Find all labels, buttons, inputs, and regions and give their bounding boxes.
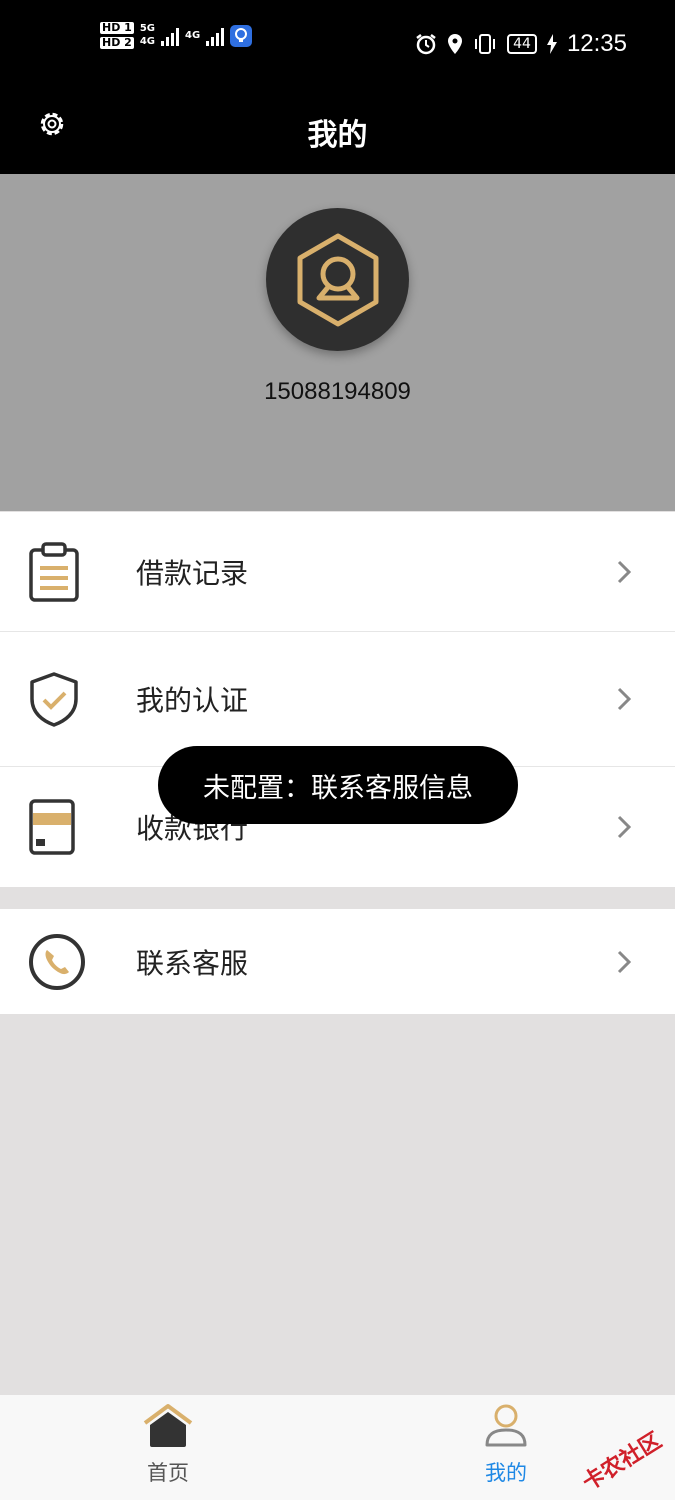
phone-icon: [29, 933, 85, 990]
signal-icon: [161, 26, 179, 46]
menu-group-2: 联系客服: [0, 909, 675, 1014]
network-indicators: HD 1 HD 2 5G 4G 4G: [100, 21, 253, 49]
watermark: 卡农社区: [578, 1428, 667, 1497]
network-type-1b: 4G: [139, 36, 155, 47]
tab-home[interactable]: 首页: [108, 1403, 228, 1487]
menu-label: 借款记录: [136, 556, 249, 590]
network-type-2: 4G: [185, 29, 201, 41]
signal-icon-2: [206, 26, 225, 46]
chevron-right-icon: [617, 687, 631, 711]
chevron-right-icon: [617, 815, 631, 839]
profile-section: 15088194809: [0, 174, 675, 511]
clock: 12:35: [566, 30, 627, 57]
tab-mine-label: 我的: [485, 1461, 527, 1485]
home-icon: [143, 1404, 193, 1447]
user-phone: 15088194809: [264, 378, 411, 405]
status-right: 44 12:35: [415, 30, 627, 58]
person-icon: [485, 1404, 527, 1447]
bulb-icon: [230, 24, 253, 47]
menu-label: 我的认证: [136, 684, 249, 717]
page-title: 我的: [307, 118, 368, 153]
chevron-right-icon: [617, 950, 631, 973]
battery-level: 44: [507, 34, 537, 54]
menu-label: 联系客服: [136, 946, 249, 980]
vibrate-icon: [475, 34, 496, 54]
shield-icon: [30, 672, 78, 727]
location-icon: [448, 34, 463, 54]
network-type-1: 5G: [139, 23, 155, 34]
tab-home-label: 首页: [147, 1461, 189, 1485]
bank-card-icon: [29, 799, 75, 855]
bottom-tab-bar: 首页 我的 卡农社区: [0, 1395, 675, 1500]
tab-mine[interactable]: 我的: [446, 1403, 566, 1487]
menu-item-loan-records[interactable]: 借款记录: [0, 512, 675, 632]
chevron-right-icon: [617, 560, 631, 583]
alarm-icon: [416, 34, 436, 55]
sim1-badge: HD 1: [100, 21, 134, 34]
status-bar: HD 1 HD 2 5G 4G 4G 44 12:35: [0, 0, 675, 88]
avatar[interactable]: [266, 208, 409, 351]
menu-item-contact-support[interactable]: 联系客服: [0, 909, 675, 1014]
header-bar: 我的: [0, 88, 675, 174]
user-icon: [297, 233, 378, 326]
clipboard-icon: [29, 541, 79, 602]
charging-icon: [546, 34, 557, 54]
sim2-badge: HD 2: [100, 36, 134, 49]
toast-message: 未配置：联系客服信息: [158, 746, 518, 824]
menu-group-1: 借款记录 我的认证 收款银行: [0, 512, 675, 887]
